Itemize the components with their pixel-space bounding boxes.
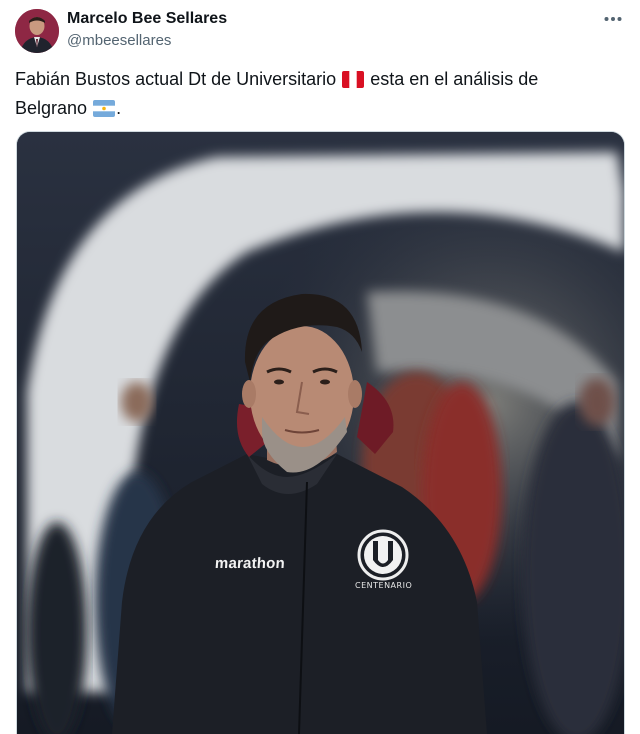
tweet-text-part: esta en el análisis de <box>370 69 539 89</box>
peru-flag-icon <box>342 69 365 95</box>
university-crest-icon <box>357 529 409 581</box>
avatar-portrait-icon <box>15 9 59 53</box>
tweet-text-part: Fabián Bustos actual Dt de Universitario <box>15 69 337 89</box>
tweet-photo[interactable]: marathon CENTENARIO <box>16 131 625 734</box>
crest-text: CENTENARIO <box>355 581 413 590</box>
tweet-text-part: . <box>116 98 122 118</box>
jacket-brand-text: marathon <box>214 555 286 572</box>
tweet-text-part: Belgrano <box>15 98 88 118</box>
photo-scene <box>17 132 624 734</box>
more-options-icon <box>604 17 622 21</box>
author-name[interactable]: Marcelo Bee Sellares <box>67 10 227 28</box>
argentina-flag-icon <box>93 98 116 124</box>
more-options-button[interactable] <box>598 6 628 32</box>
tweet-text: Fabián Bustos actual Dt de Universitario… <box>15 66 615 124</box>
author-handle[interactable]: @mbeesellares <box>67 32 171 49</box>
author-avatar[interactable] <box>15 9 59 53</box>
